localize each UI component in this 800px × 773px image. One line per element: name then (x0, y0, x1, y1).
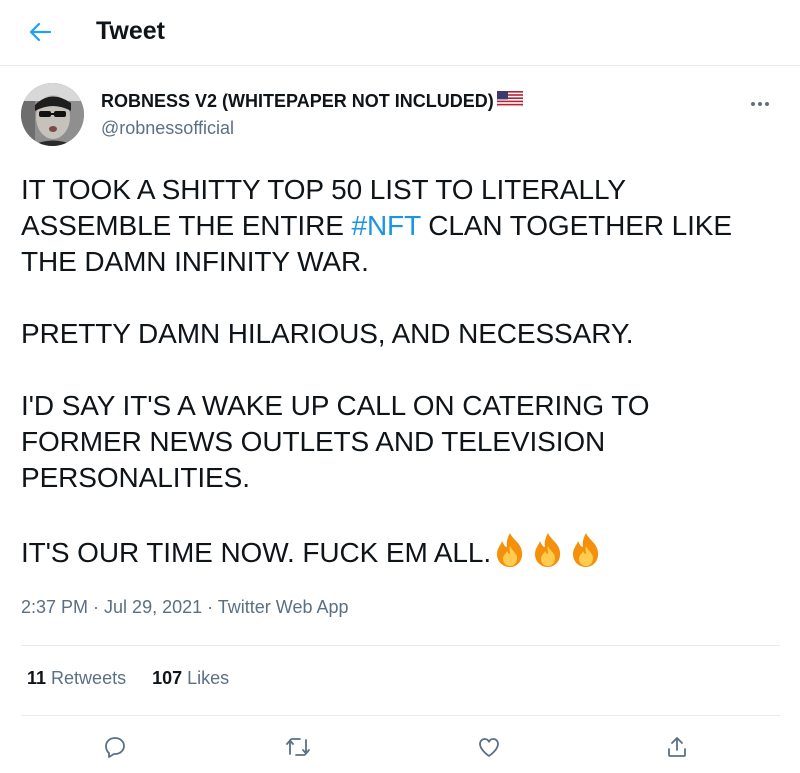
tweet-line: THE DAMN INFINITY WAR. (21, 246, 369, 277)
tweet-text-segment: CLAN TOGETHER LIKE (420, 210, 732, 241)
more-dot (758, 102, 762, 106)
tweet-text-segment: ASSEMBLE THE ENTIRE (21, 210, 352, 241)
reply-icon (105, 737, 125, 758)
tweet-text-segment: IT'S OUR TIME NOW. FUCK EM ALL. (21, 537, 492, 568)
share-icon (668, 737, 686, 757)
tweet-line: IT TOOK A SHITTY TOP 50 LIST TO LITERALL… (21, 174, 626, 205)
likes-count: 107 (152, 668, 183, 688)
author-handle[interactable]: @robnessofficial (101, 118, 234, 139)
meta-separator: · (202, 597, 218, 617)
tweet-source[interactable]: Twitter Web App (218, 597, 349, 617)
tweet-actions (0, 730, 800, 764)
retweet-icon (286, 738, 310, 756)
tweet-text: IT TOOK A SHITTY TOP 50 LIST TO LITERALL… (21, 172, 761, 571)
fire-emoji-group (493, 532, 603, 568)
page-header: Tweet (0, 0, 800, 66)
retweet-button[interactable] (281, 730, 315, 764)
page-title: Tweet (96, 17, 165, 45)
like-button[interactable] (472, 730, 506, 764)
fire-icon (535, 533, 561, 567)
divider (21, 715, 780, 716)
reply-button[interactable] (98, 730, 132, 764)
tweet-stats: 11 Retweets 107 Likes (27, 668, 229, 689)
tweet-line: FORMER NEWS OUTLETS AND TELEVISION (21, 426, 606, 457)
author-name[interactable]: ROBNESS V2 (WHITEPAPER NOT INCLUDED) (101, 90, 523, 112)
us-flag-icon (496, 90, 523, 112)
tweet-line: PRETTY DAMN HILARIOUS, AND NECESSARY. (21, 318, 634, 349)
tweet-date[interactable]: Jul 29, 2021 (104, 597, 202, 617)
retweets-stat[interactable]: 11 Retweets (27, 668, 126, 689)
fire-icon (573, 533, 599, 567)
tweet-meta: 2:37 PM · Jul 29, 2021 · Twitter Web App (21, 597, 349, 618)
more-dot (751, 102, 755, 106)
avatar-image (21, 83, 84, 146)
author-name-text: ROBNESS V2 (WHITEPAPER NOT INCLUDED) (101, 91, 494, 111)
tweet-line: ASSEMBLE THE ENTIRE #NFT CLAN TOGETHER L… (21, 208, 761, 244)
more-options-button[interactable] (744, 92, 776, 116)
likes-label: Likes (187, 668, 230, 688)
hashtag-link[interactable]: #NFT (351, 210, 420, 241)
heart-icon (479, 738, 499, 757)
tweet-line: IT'S OUR TIME NOW. FUCK EM ALL. (21, 532, 761, 571)
tweet-line: PERSONALITIES. (21, 462, 250, 493)
fire-icon (497, 533, 523, 567)
divider (21, 645, 780, 646)
retweets-count: 11 (27, 668, 47, 688)
back-button[interactable] (22, 14, 58, 50)
avatar[interactable] (21, 83, 84, 146)
tweet-time[interactable]: 2:37 PM (21, 597, 88, 617)
share-button[interactable] (660, 730, 694, 764)
arrow-left-icon (29, 22, 51, 42)
tweet-line: I'D SAY IT'S A WAKE UP CALL ON CATERING … (21, 390, 650, 421)
retweets-label: Retweets (51, 668, 127, 688)
more-dot (765, 102, 769, 106)
meta-separator: · (88, 597, 105, 617)
likes-stat[interactable]: 107 Likes (152, 668, 229, 689)
